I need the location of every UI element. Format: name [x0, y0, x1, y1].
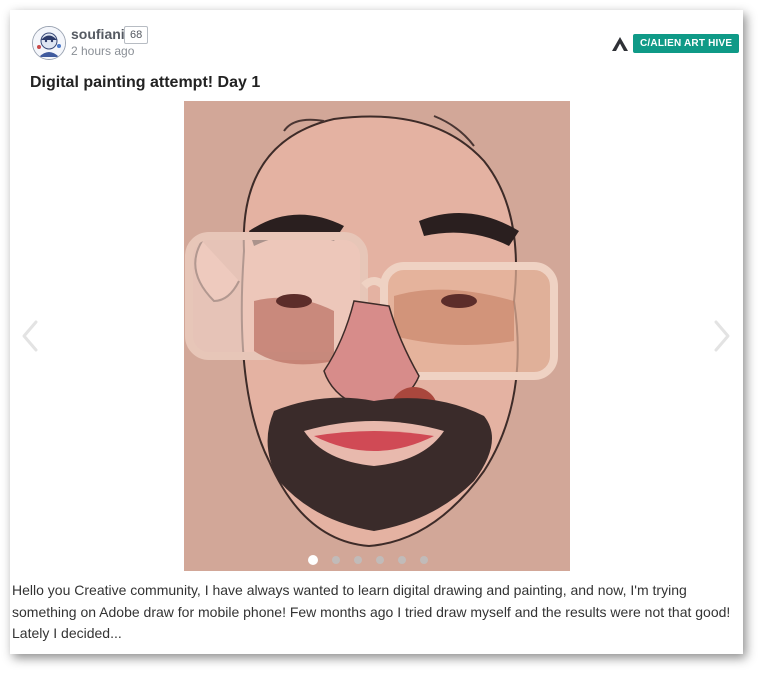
- carousel-dot[interactable]: [332, 556, 340, 564]
- post-timestamp: 2 hours ago: [71, 44, 135, 58]
- karma-badge: 68: [124, 26, 149, 44]
- carousel-dot[interactable]: [376, 556, 384, 564]
- post-header: soufiani 68 2 hours ago C/ALIEN ART HIVE: [10, 10, 743, 70]
- carousel-dot[interactable]: [398, 556, 406, 564]
- portrait-painting: [184, 101, 570, 571]
- carousel-dot[interactable]: [354, 556, 362, 564]
- chevron-right-icon[interactable]: [710, 318, 734, 354]
- carousel-dot[interactable]: [420, 556, 428, 564]
- post-card: soufiani 68 2 hours ago C/ALIEN ART HIVE…: [10, 10, 743, 654]
- post-title[interactable]: Digital painting attempt! Day 1: [30, 74, 260, 92]
- alien-logo-icon[interactable]: [611, 36, 629, 52]
- carousel-dot[interactable]: [308, 555, 318, 565]
- post-image[interactable]: [184, 101, 570, 571]
- community-badge[interactable]: C/ALIEN ART HIVE: [633, 34, 740, 53]
- post-body: Hello you Creative community, I have alw…: [12, 582, 731, 641]
- carousel-dots: [308, 555, 428, 565]
- author-username[interactable]: soufiani: [71, 26, 125, 42]
- chevron-left-icon[interactable]: [18, 318, 42, 354]
- avatar[interactable]: [32, 26, 66, 60]
- avatar-illustration-icon: [33, 27, 65, 59]
